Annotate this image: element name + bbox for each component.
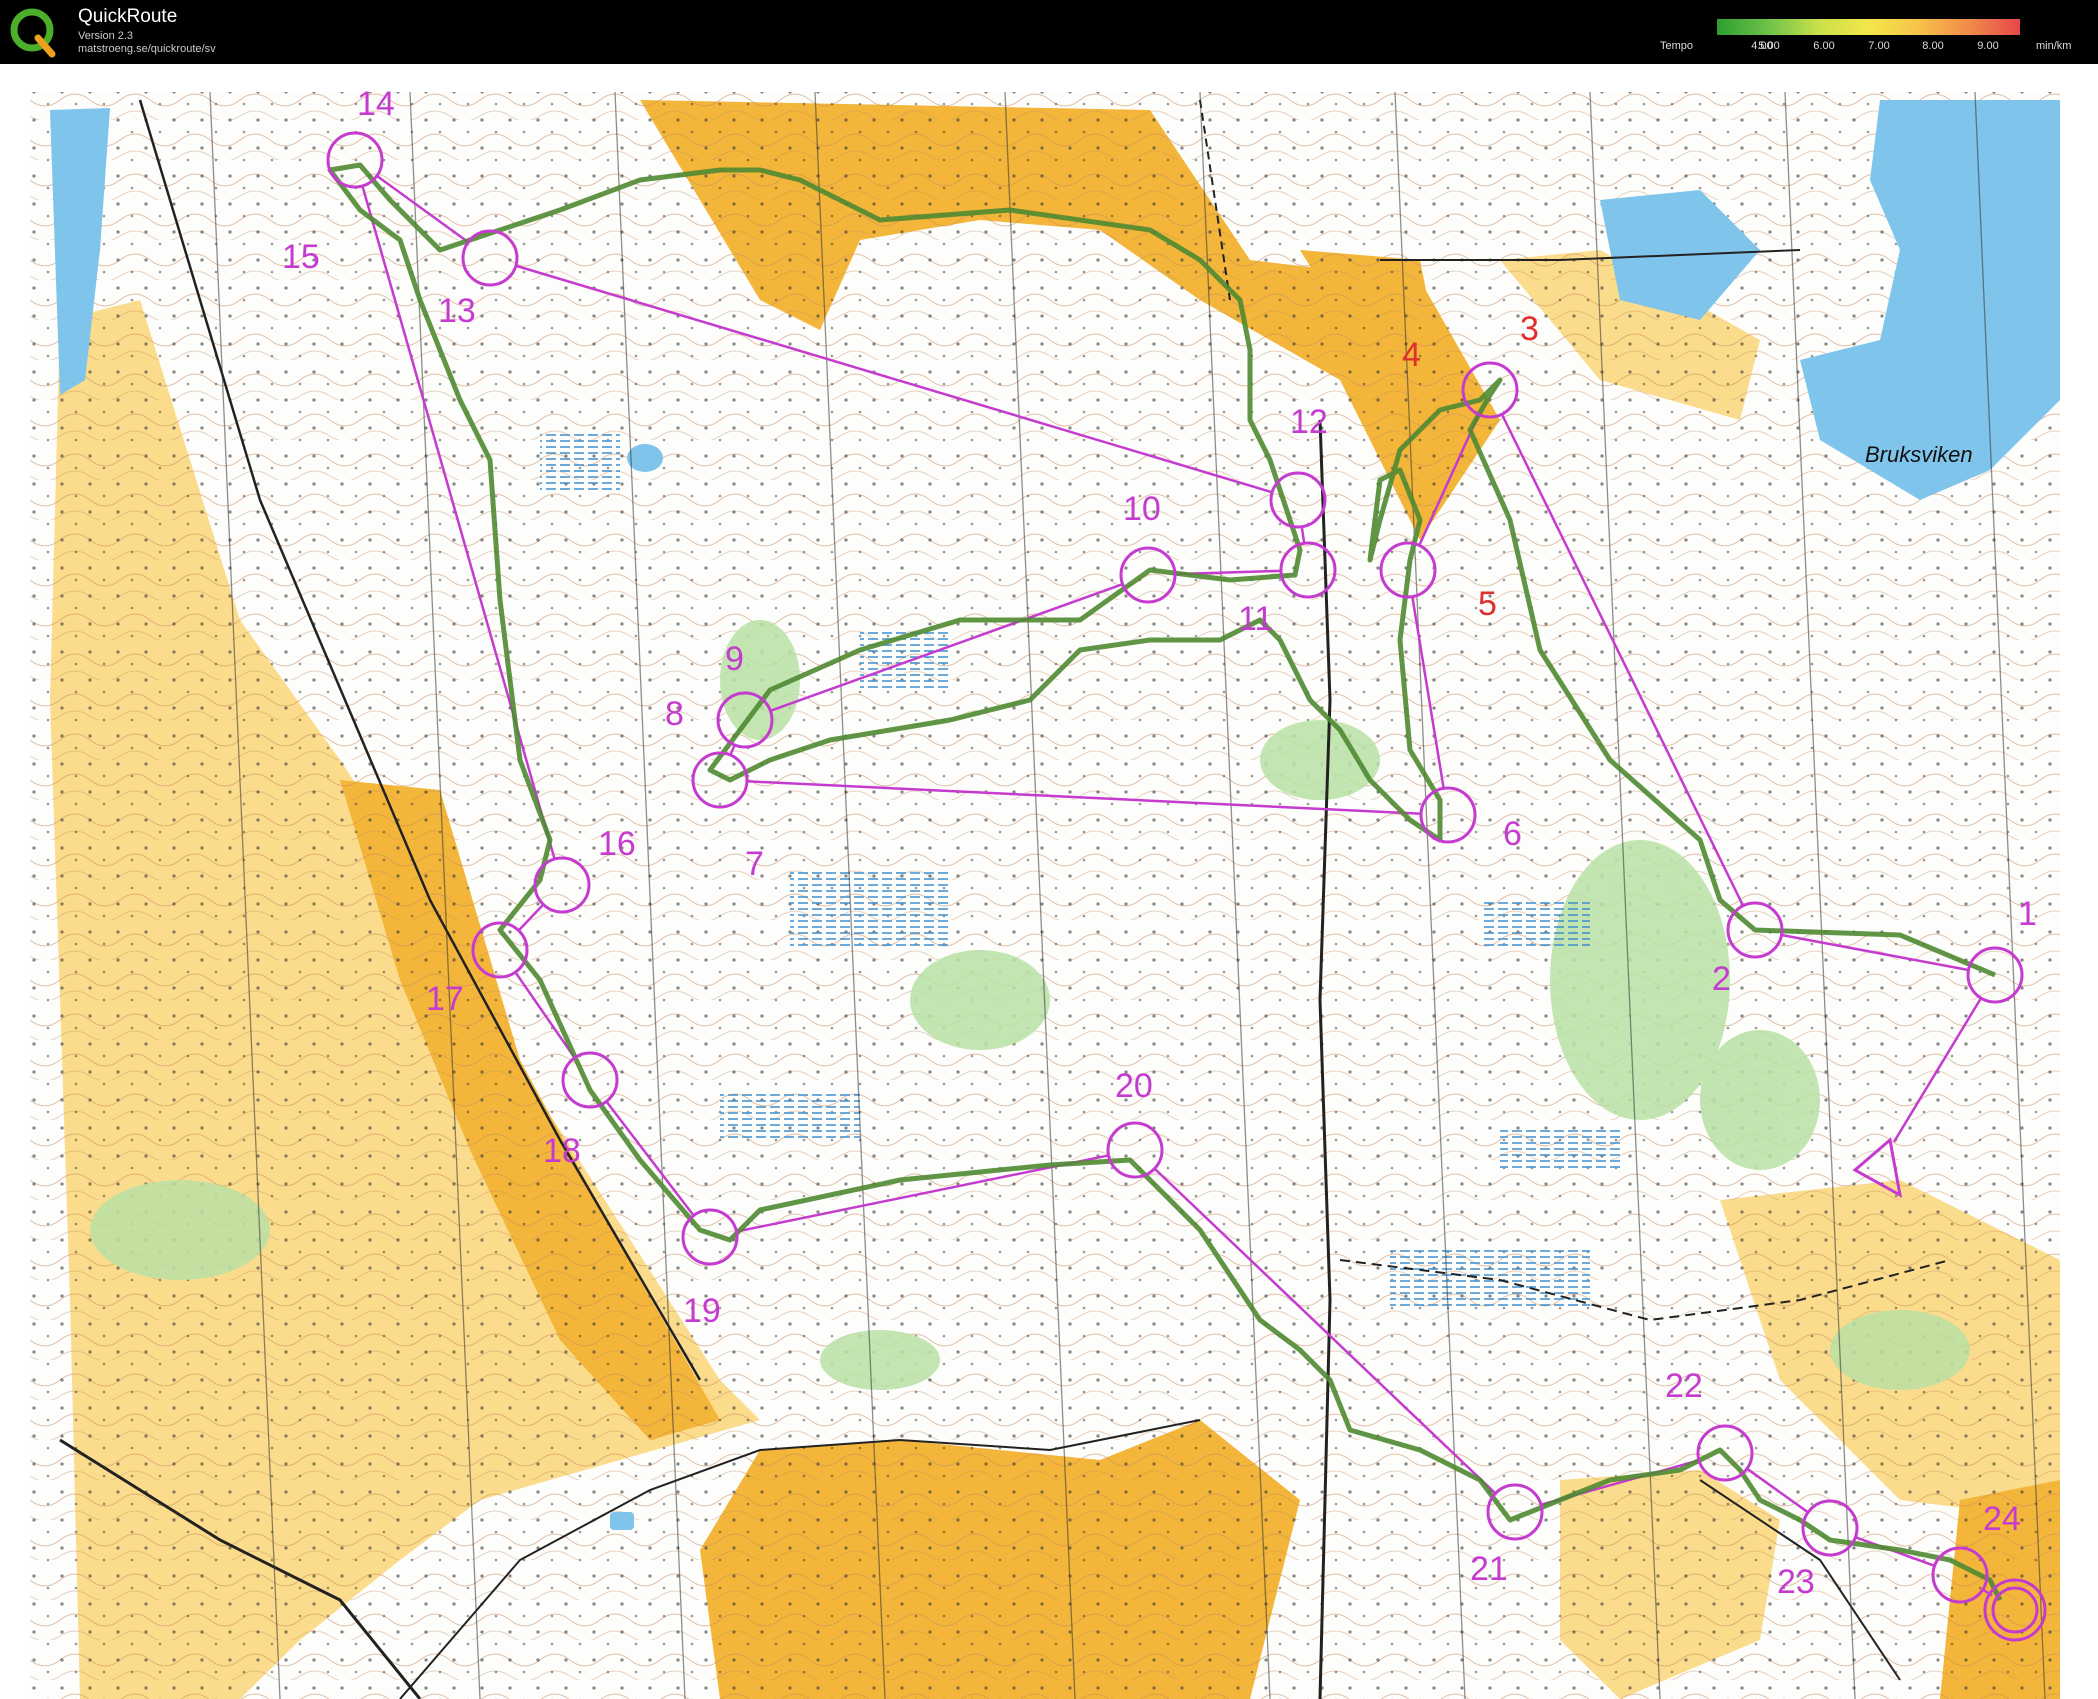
tempo-tick: 7.00 xyxy=(1868,40,1890,52)
control-number: 12 xyxy=(1290,403,1328,441)
tempo-color-bar xyxy=(1717,19,2020,35)
control-number: 10 xyxy=(1123,490,1161,528)
tempo-unit: min/km xyxy=(2036,40,2072,52)
app-url[interactable]: matstroeng.se/quickroute/sv xyxy=(78,43,216,55)
control-number: 19 xyxy=(683,1292,721,1330)
control-number: 23 xyxy=(1777,1563,1815,1601)
control-number: 2 xyxy=(1712,960,1731,998)
tempo-legend: Tempo 4.00 5.00 6.00 7.00 8.00 9.00 min/… xyxy=(1650,16,2090,56)
control-number: 13 xyxy=(438,292,476,330)
control-number: 1 xyxy=(2018,895,2037,933)
quickroute-q-logo-icon xyxy=(10,8,56,58)
control-number: 7 xyxy=(745,845,764,883)
tempo-label: Tempo xyxy=(1660,40,1694,52)
control-number: 11 xyxy=(1238,600,1273,638)
control-number: 17 xyxy=(426,980,464,1018)
control-number: 24 xyxy=(1983,1500,2021,1538)
forest-boulders xyxy=(30,92,2060,1699)
app-header: QuickRoute Version 2.3 matstroeng.se/qui… xyxy=(0,0,2098,64)
place-name-bruksviken: Bruksviken xyxy=(1865,442,1973,467)
app-version: Version 2.3 xyxy=(78,30,134,42)
control-number: 8 xyxy=(665,695,684,733)
control-number: 4 xyxy=(1402,336,1421,374)
tempo-tick: 5.00 xyxy=(1758,40,1780,52)
tempo-tick: 6.00 xyxy=(1813,40,1835,52)
control-number: 9 xyxy=(725,640,744,678)
orienteering-map[interactable]: 1 2 3 4 5 6 7 8 9 10 11 12 13 14 15 16 17 18 19 20 21 22 23 24 … xyxy=(0,64,2098,1699)
map-canvas[interactable]: 123456789101112131415161718192021222324 … xyxy=(0,64,2098,1699)
control-number: 3 xyxy=(1520,310,1539,348)
control-number: 16 xyxy=(598,825,636,863)
control-number: 18 xyxy=(543,1132,581,1170)
control-number: 22 xyxy=(1665,1367,1703,1405)
tempo-tick: 8.00 xyxy=(1922,40,1944,52)
app-title: QuickRoute xyxy=(78,6,178,27)
control-number: 21 xyxy=(1470,1550,1508,1588)
control-number: 6 xyxy=(1503,815,1522,853)
control-number: 5 xyxy=(1478,585,1497,623)
control-number: 14 xyxy=(357,85,395,123)
tempo-tick: 9.00 xyxy=(1977,40,1999,52)
control-number: 20 xyxy=(1115,1067,1153,1105)
control-number: 15 xyxy=(282,238,320,276)
